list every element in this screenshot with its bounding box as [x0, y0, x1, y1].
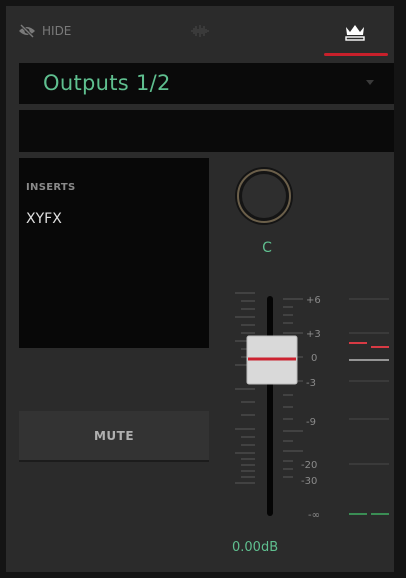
fader-handle[interactable]: [246, 335, 298, 385]
scale-label-plus3: +3: [306, 329, 321, 340]
inserts-panel[interactable]: INSERTS XYFX: [19, 158, 209, 348]
level-meter: [349, 298, 389, 515]
scale-label-0: 0: [311, 353, 317, 364]
fader-track: [267, 296, 273, 516]
crown-tab[interactable]: [324, 14, 388, 56]
scale-label-minus20: -20: [301, 460, 317, 471]
mute-button[interactable]: MUTE: [19, 411, 209, 462]
fader-section: +6 +3 0 -3 -9 -20 -30 -∞: [235, 292, 389, 521]
scale-label-minus3: -3: [306, 378, 316, 389]
toolbar: HIDE: [6, 6, 394, 56]
output-selected-value: Outputs 1/2: [43, 71, 171, 95]
gain-value: 0.00dB: [232, 540, 279, 555]
pan-value: C: [262, 240, 272, 256]
active-tab-indicator: [324, 53, 388, 56]
pan-knob[interactable]: [233, 165, 295, 227]
scale-label-minus-inf: -∞: [308, 510, 320, 521]
fader-left-ticks: [235, 292, 255, 484]
scale-label-minus30: -30: [301, 476, 317, 487]
hide-button[interactable]: HIDE: [18, 19, 71, 43]
chevron-down-icon: [366, 80, 374, 85]
waveform-icon[interactable]: [190, 23, 210, 42]
fader-right-ticks: [283, 298, 303, 478]
track-name-field[interactable]: [19, 110, 394, 152]
scale-label-plus6: +6: [306, 295, 321, 306]
output-selector[interactable]: Outputs 1/2: [19, 63, 394, 104]
hide-label: HIDE: [42, 24, 72, 38]
insert-slot-1[interactable]: XYFX: [26, 211, 62, 227]
mute-label: MUTE: [93, 429, 135, 443]
inserts-title: INSERTS: [26, 182, 76, 193]
scale-label-minus9: -9: [306, 417, 316, 428]
eye-slash-icon: [18, 24, 36, 38]
mixer-channel-panel: HIDE Outputs 1/2 INSERTS XYFX MUTE C +6 …: [6, 6, 394, 572]
